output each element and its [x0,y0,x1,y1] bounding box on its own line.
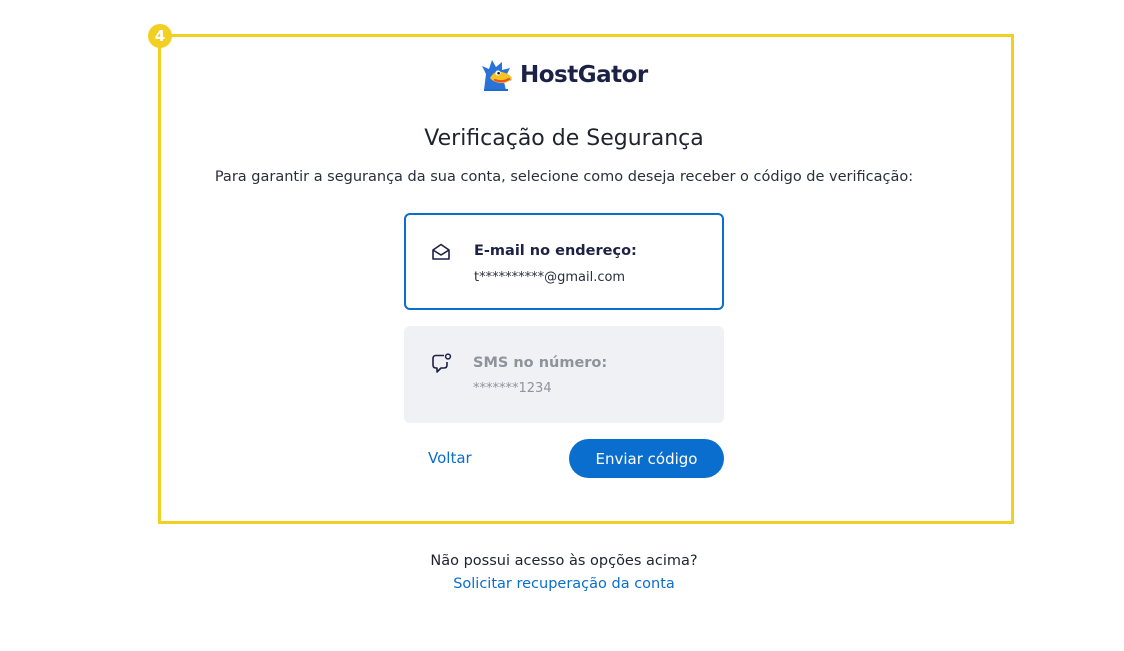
step-number-badge: 4 [148,24,172,48]
hostgator-logo: HostGator [478,56,648,94]
send-code-button[interactable]: Enviar código [569,439,724,478]
sms-option-label: SMS no número: [473,355,608,371]
sms-option-value: *******1234 [473,381,552,396]
page-title: Verificação de Segurança [424,126,704,151]
brand-name: HostGator [520,62,648,88]
gator-mascot-icon [482,60,512,91]
envelope-icon [432,243,450,260]
email-option-label: E-mail no endereço: [474,243,637,259]
email-option-value: t**********@gmail.com [474,270,626,285]
account-recovery-link[interactable]: Solicitar recuperação da conta [0,576,1124,592]
back-link[interactable]: Voltar [428,449,472,467]
no-access-question: Não possui acesso às opções acima? [430,553,698,569]
page-subtitle: Para garantir a segurança da sua conta, … [214,169,914,185]
chat-bubble-icon [432,353,452,373]
sms-option-card[interactable]: SMS no número: *******1234 [404,326,724,423]
email-option-card[interactable]: E-mail no endereço: t**********@gmail.co… [404,213,724,310]
